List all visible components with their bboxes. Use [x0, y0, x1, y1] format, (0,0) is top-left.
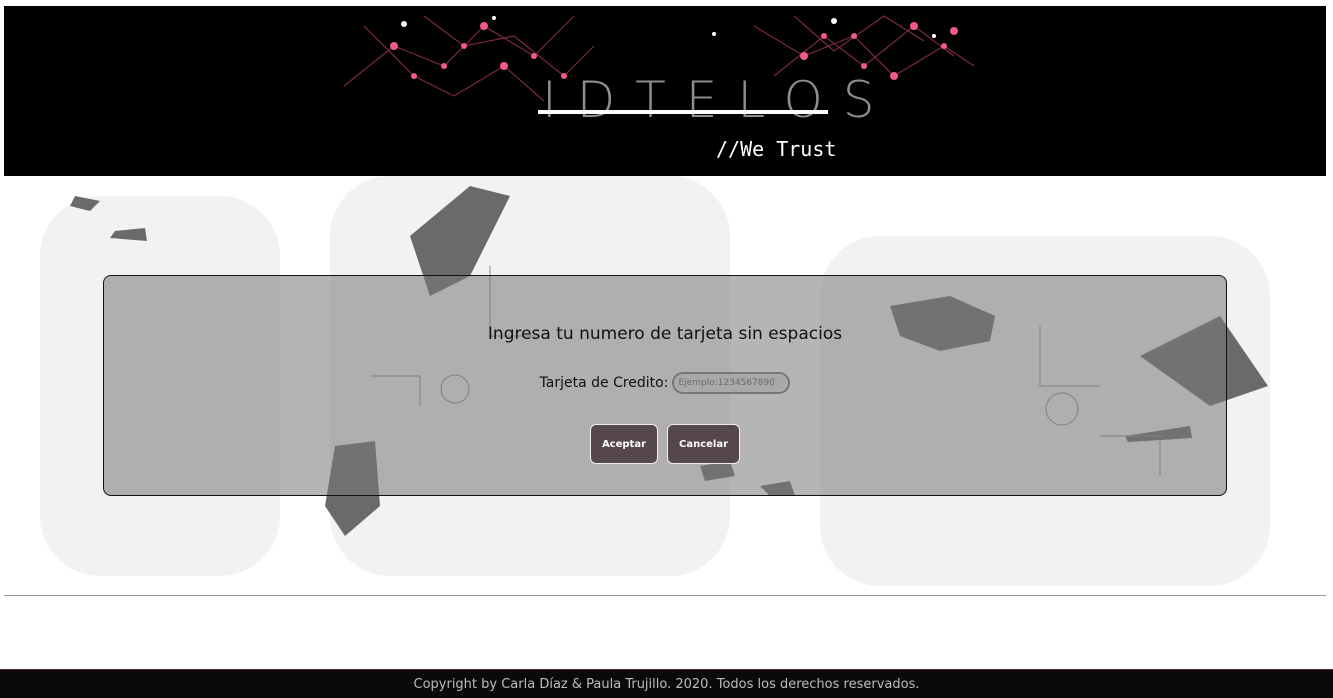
site-tagline: //We Trust — [716, 137, 837, 161]
card-number-input[interactable] — [672, 372, 791, 394]
form-actions: Aceptar Cancelar — [104, 424, 1226, 464]
page: IDTELOS //We Trust Ingresa tu numero de … — [0, 0, 1333, 698]
footer-divider — [4, 595, 1326, 596]
site-footer: Copyright by Carla Díaz & Paula Trujillo… — [0, 669, 1333, 698]
logo-underline — [538, 110, 828, 114]
card-form-panel: Ingresa tu numero de tarjeta sin espacio… — [103, 275, 1227, 496]
site-header: IDTELOS //We Trust — [4, 6, 1326, 176]
card-number-row: Tarjeta de Credito: — [104, 372, 1226, 394]
card-number-label: Tarjeta de Credito: — [539, 375, 669, 391]
copyright-text: Copyright by Carla Díaz & Paula Trujillo… — [413, 677, 920, 692]
site-logo: IDTELOS — [542, 71, 895, 129]
form-title: Ingresa tu numero de tarjeta sin espacio… — [487, 324, 843, 344]
accept-button[interactable]: Aceptar — [589, 424, 659, 464]
cancel-button[interactable]: Cancelar — [667, 424, 741, 464]
